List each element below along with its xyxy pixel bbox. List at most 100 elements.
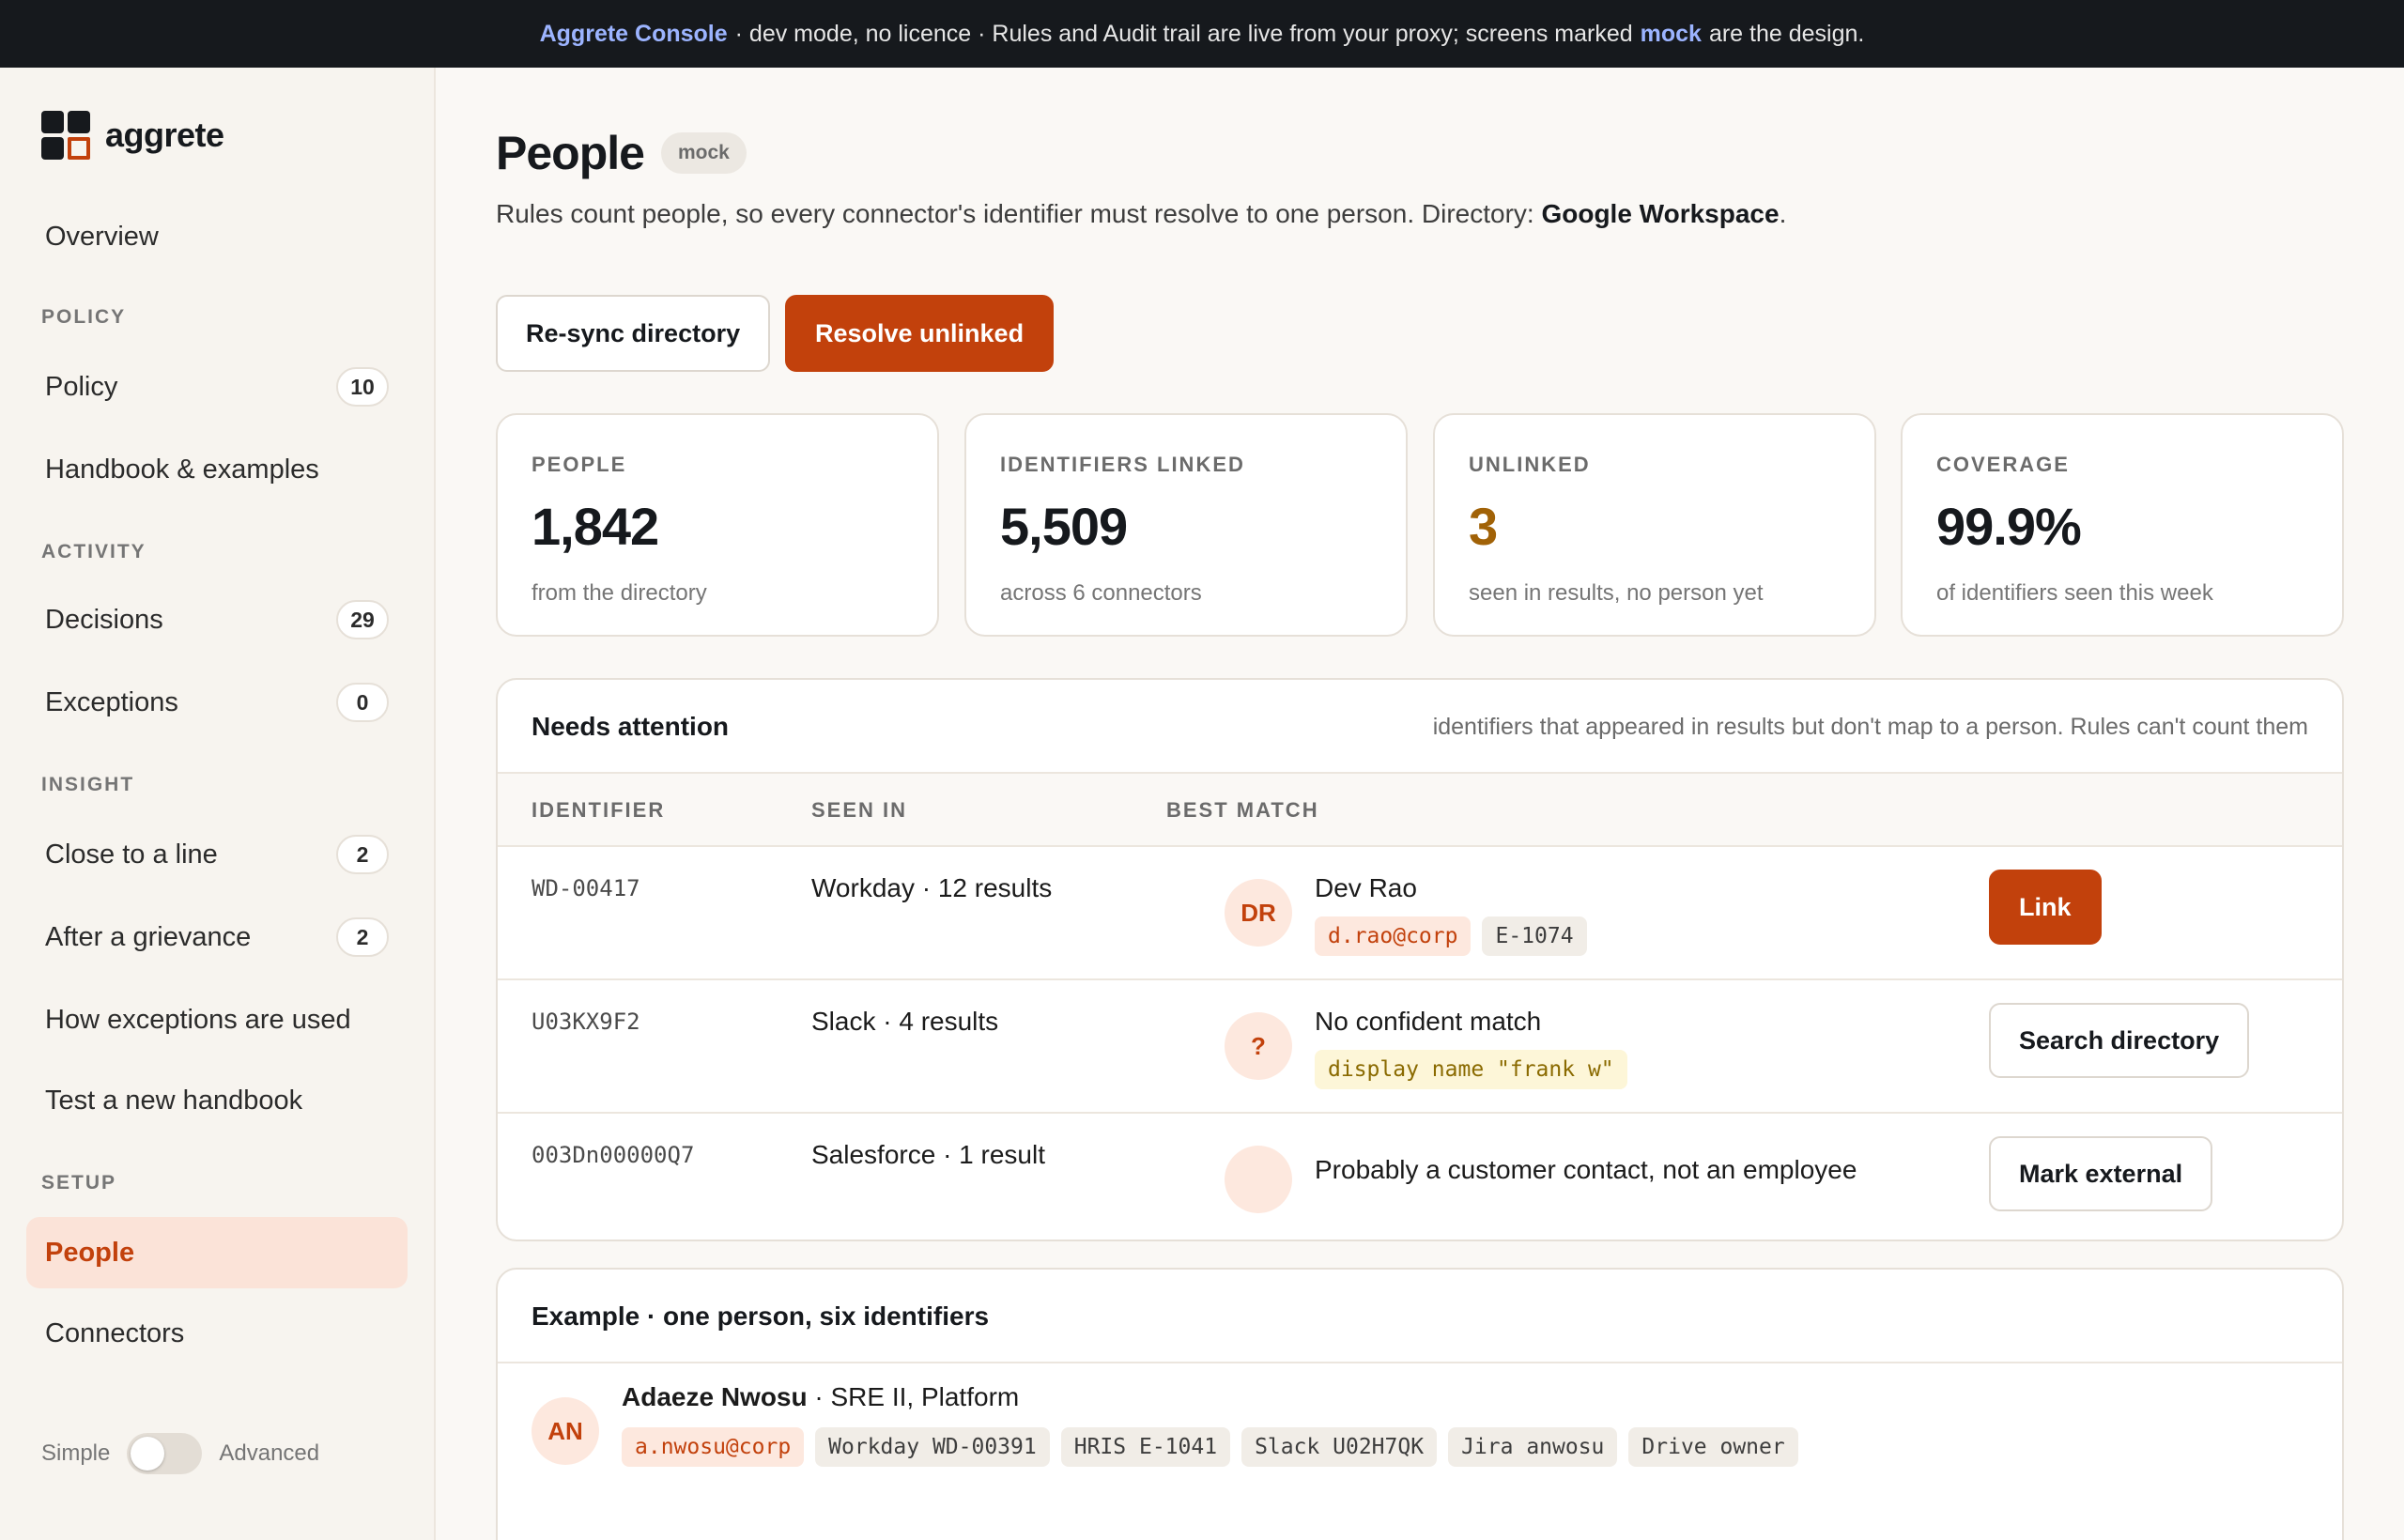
person-role: · SRE II, Platform [814, 1382, 1020, 1411]
mark-external-button[interactable]: Mark external [1989, 1136, 2213, 1211]
stat-label: PEOPLE [532, 453, 627, 476]
match-chips: d.rao@corp E-1074 [1315, 916, 1587, 956]
stat-sub: across 6 connectors [1000, 580, 1202, 606]
panel-header: Example · one person, six identifiers [498, 1270, 2342, 1363]
email-chip: a.nwosu@corp [622, 1427, 805, 1467]
sidebar: aggrete Overview POLICY Policy 10 Handbo… [0, 68, 436, 1540]
count-badge: 2 [336, 917, 389, 957]
sidebar-item-handbook[interactable]: Handbook & examples [26, 434, 408, 505]
sidebar-item-overview[interactable]: Overview [26, 201, 408, 272]
seen-in-cell: Slack · 4 results [811, 1007, 999, 1036]
empty-avatar [1225, 1146, 1292, 1213]
sidebar-item-label: Exceptions [45, 686, 178, 717]
unknown-person-icon: ? [1225, 1012, 1292, 1080]
subtitle-text: Rules count people, so every connector's… [496, 199, 1534, 228]
employee-id-chip: E-1074 [1482, 916, 1587, 956]
email-chip: d.rao@corp [1315, 916, 1472, 956]
identifier-chip: HRIS E-1041 [1060, 1427, 1231, 1467]
match-name: Probably a customer contact, not an empl… [1315, 1155, 1857, 1184]
panel-title: Example · one person, six identifiers [532, 1301, 990, 1331]
sidebar-item-decisions[interactable]: Decisions 29 [26, 584, 408, 655]
stat-label: UNLINKED [1469, 453, 1591, 476]
avatar: DR [1225, 879, 1292, 947]
example-panel: Example · one person, six identifiers AN… [496, 1268, 2344, 1540]
column-header-best-match: BEST MATCH [1166, 798, 1319, 822]
column-header-seen-in: SEEN IN [811, 798, 908, 822]
identifier-chips: a.nwosu@corp Workday WD-00391 HRIS E-104… [622, 1427, 1798, 1467]
sidebar-item-label: Close to a line [45, 839, 218, 870]
sidebar-section-activity: ACTIVITY [41, 541, 146, 562]
banner-mock-word: mock [1640, 20, 1702, 47]
sidebar-section-insight: INSIGHT [41, 774, 135, 795]
panel-title: Needs attention [532, 712, 730, 741]
identifier-cell: WD-00417 [532, 875, 640, 901]
resolve-unlinked-button[interactable]: Resolve unlinked [785, 295, 1055, 372]
match-name: No confident match [1315, 1007, 1542, 1036]
stat-sub: seen in results, no person yet [1469, 580, 1764, 606]
mode-simple-label: Simple [41, 1440, 111, 1466]
sidebar-item-test-handbook[interactable]: Test a new handbook [26, 1065, 408, 1136]
display-name-hint-chip: display name "frank w" [1315, 1050, 1627, 1089]
sidebar-section-setup: SETUP [41, 1172, 117, 1194]
table-row: 003Dn00000Q7 Salesforce · 1 result Proba… [498, 1114, 2342, 1240]
stat-sub: from the directory [532, 580, 707, 606]
stat-value: 99.9% [1936, 497, 2082, 556]
sidebar-item-policy[interactable]: Policy 10 [26, 351, 408, 423]
logo-text: aggrete [105, 116, 224, 154]
count-badge: 29 [336, 600, 389, 639]
seen-in-cell: Salesforce · 1 result [811, 1140, 1045, 1169]
sidebar-item-connectors[interactable]: Connectors [26, 1298, 408, 1369]
identifier-chip: Slack U02H7QK [1241, 1427, 1438, 1467]
sidebar-item-label: How exceptions are used [45, 1004, 351, 1035]
sidebar-item-label: Handbook & examples [45, 454, 319, 485]
mode-advanced-label: Advanced [219, 1440, 320, 1466]
mode-toggle: Simple Advanced [41, 1433, 319, 1474]
sidebar-item-label: People [45, 1237, 135, 1268]
subtitle-suffix: . [1779, 199, 1787, 228]
stat-label: IDENTIFIERS LINKED [1000, 453, 1245, 476]
avatar: AN [532, 1397, 599, 1465]
page-header: People mock [496, 126, 747, 180]
sidebar-item-how-exceptions[interactable]: How exceptions are used [26, 984, 408, 1055]
logo-mark-icon [41, 111, 90, 160]
panel-header: Needs attention identifiers that appeare… [498, 680, 2342, 774]
banner-text-end: are the design. [1708, 20, 1865, 47]
identifier-cell: U03KX9F2 [532, 1009, 640, 1035]
stat-sub: of identifiers seen this week [1936, 580, 2213, 606]
logo[interactable]: aggrete [41, 111, 224, 160]
match-chips: display name "frank w" [1315, 1050, 1627, 1089]
dev-mode-banner: Aggrete Console · dev mode, no licence ·… [0, 0, 2404, 68]
count-badge: 10 [336, 367, 389, 407]
stat-card-unlinked: UNLINKED 3 seen in results, no person ye… [1433, 413, 1876, 637]
switch-knob [131, 1437, 165, 1471]
page-subtitle: Rules count people, so every connector's… [496, 199, 1786, 229]
sidebar-item-close-to-line[interactable]: Close to a line 2 [26, 819, 408, 890]
needs-attention-panel: Needs attention identifiers that appeare… [496, 678, 2344, 1241]
stat-value: 3 [1469, 497, 1498, 556]
main-content: People mock Rules count people, so every… [438, 68, 2404, 1540]
match-name: Dev Rao [1315, 873, 1417, 902]
panel-note: identifiers that appeared in results but… [1432, 714, 2308, 740]
sidebar-item-label: Connectors [45, 1317, 185, 1348]
sidebar-item-label: Test a new handbook [45, 1085, 303, 1116]
sidebar-item-after-grievance[interactable]: After a grievance 2 [26, 901, 408, 973]
directory-name: Google Workspace [1541, 199, 1780, 228]
sidebar-item-label: Policy [45, 371, 118, 402]
person-heading: Adaeze Nwosu · SRE II, Platform [622, 1382, 1019, 1412]
sidebar-item-label: Overview [45, 221, 159, 252]
link-button[interactable]: Link [1989, 870, 2102, 945]
sidebar-item-people[interactable]: People [26, 1217, 408, 1288]
stat-card-coverage: COVERAGE 99.9% of identifiers seen this … [1901, 413, 2344, 637]
page-title: People [496, 127, 645, 179]
stat-card-people: PEOPLE 1,842 from the directory [496, 413, 939, 637]
identifier-cell: 003Dn00000Q7 [532, 1142, 695, 1168]
sidebar-item-exceptions[interactable]: Exceptions 0 [26, 667, 408, 738]
resync-directory-button[interactable]: Re-sync directory [496, 295, 771, 372]
table-header: IDENTIFIER SEEN IN BEST MATCH [498, 774, 2342, 847]
count-badge: 0 [336, 683, 389, 722]
search-directory-button[interactable]: Search directory [1989, 1003, 2250, 1078]
mode-switch[interactable] [127, 1433, 203, 1474]
mock-badge: mock [660, 132, 747, 174]
person-name: Adaeze Nwosu [622, 1382, 808, 1411]
stat-card-identifiers-linked: IDENTIFIERS LINKED 5,509 across 6 connec… [964, 413, 1408, 637]
